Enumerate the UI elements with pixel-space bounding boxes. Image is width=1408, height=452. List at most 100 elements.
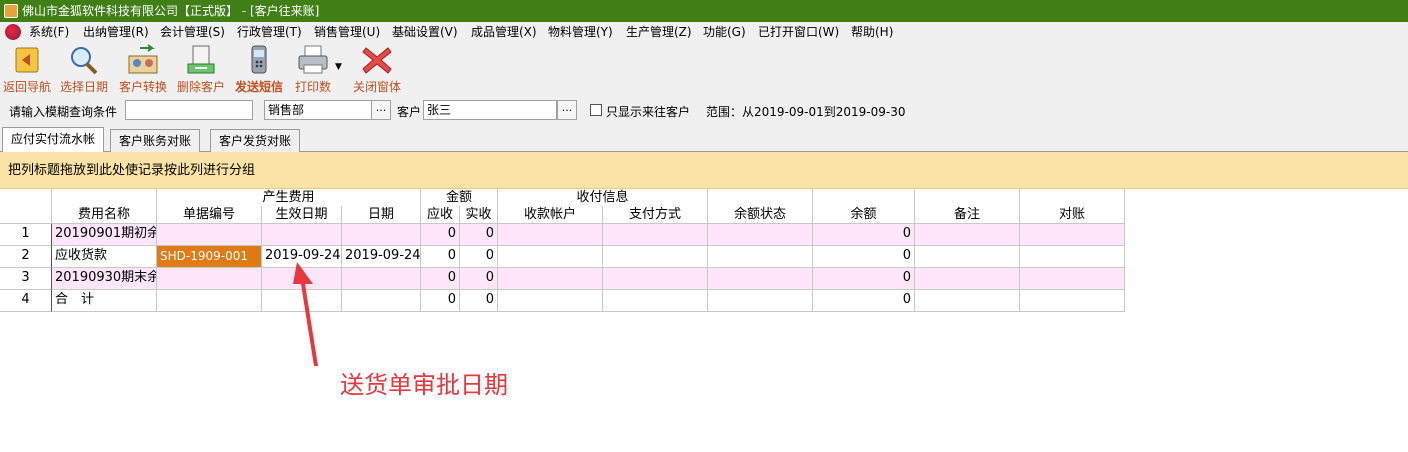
cell-check[interactable] [1020,224,1125,246]
tab-customer-shipment[interactable]: 客户发货对账 [210,129,301,152]
col-header-doc-no[interactable]: 单据编号 [157,206,262,224]
convert-customer-button[interactable]: 客户转换 [117,42,169,98]
customer-browse-button[interactable]: ... [557,100,577,120]
col-header-check[interactable]: 对账 [1020,189,1125,224]
back-button[interactable]: 返回导航 [2,42,52,98]
row-number[interactable]: 1 [0,224,52,246]
cell-balance[interactable]: 0 [813,246,915,268]
cell-date[interactable]: 2019-09-24 [342,246,421,268]
menu-materials[interactable]: 物料管理(Y) [548,22,613,42]
cell-doc-no[interactable] [157,224,262,246]
cell-name[interactable]: 应收货款 [52,246,157,268]
group-by-panel[interactable]: 把列标题拖放到此处使记录按此列进行分组 [0,152,1408,189]
row-number[interactable]: 3 [0,268,52,290]
cell-balance-status[interactable] [708,246,813,268]
send-sms-button[interactable]: 发送短信 [233,42,285,98]
cell-balance-status[interactable] [708,290,813,312]
cell-account[interactable] [498,246,603,268]
col-header-received[interactable]: 实收 [460,206,498,224]
menu-cashier[interactable]: 出纳管理(R) [83,22,149,42]
cell-name[interactable]: 合 计 [52,290,157,312]
annotation-arrow [293,262,318,366]
cell-name[interactable]: 20190930期末余 [52,268,157,290]
menu-accounting[interactable]: 会计管理(S) [160,22,225,42]
menu-admin[interactable]: 行政管理(T) [237,22,302,42]
menu-sales[interactable]: 销售管理(U) [314,22,380,42]
col-header-name[interactable]: 费用名称 [52,189,157,224]
cell-doc-no[interactable] [157,268,262,290]
row-number[interactable]: 4 [0,290,52,312]
print-button[interactable]: 打印数 [291,42,335,98]
col-header-balance[interactable]: 余额 [813,189,915,224]
delete-customer-button[interactable]: 删除客户 [175,42,227,98]
col-header-date[interactable]: 日期 [342,206,421,224]
cell-date[interactable] [342,290,421,312]
col-header-effective-date[interactable]: 生效日期 [262,206,342,224]
cell-balance-status[interactable] [708,268,813,290]
cell-account[interactable] [498,224,603,246]
menu-production[interactable]: 生产管理(Z) [626,22,692,42]
window-title: 佛山市金狐软件科技有限公司【正式版】 - [客户往来账] [22,4,320,18]
cell-check[interactable] [1020,246,1125,268]
close-window-button[interactable]: 关闭窗体 [351,42,403,98]
select-date-button[interactable]: 选择日期 [58,42,110,98]
cell-receivable[interactable]: 0 [421,246,460,268]
department-input[interactable]: 销售部 [264,100,372,120]
cell-account[interactable] [498,268,603,290]
cell-received[interactable]: 0 [460,224,498,246]
customer-convert-icon [128,44,158,74]
menu-products[interactable]: 成品管理(X) [471,22,537,42]
cell-received[interactable]: 0 [460,246,498,268]
cell-date[interactable] [342,224,421,246]
cell-pay-method[interactable] [603,224,708,246]
cell-doc-no[interactable]: SHD-1909-001 [157,246,262,268]
cell-pay-method[interactable] [603,246,708,268]
menu-help[interactable]: 帮助(H) [851,22,893,42]
tab-strip: 应付实付流水帐 客户账务对账 客户发货对账 [0,124,1408,153]
col-header-receivable[interactable]: 应收 [421,206,460,224]
cell-receivable[interactable]: 0 [421,224,460,246]
cell-date[interactable] [342,268,421,290]
cell-receivable[interactable]: 0 [421,268,460,290]
cell-effective-date[interactable] [262,224,342,246]
col-header-balance-status[interactable]: 余额状态 [708,189,813,224]
cell-pay-method[interactable] [603,290,708,312]
cell-received[interactable]: 0 [460,290,498,312]
only-active-label: 只显示来往客户 [606,105,691,119]
cell-note[interactable] [915,268,1020,290]
cell-check[interactable] [1020,268,1125,290]
cell-name[interactable]: 20190901期初余 [52,224,157,246]
tab-payable-flow[interactable]: 应付实付流水帐 [2,127,105,153]
system-menu-icon[interactable] [5,24,21,40]
print-dropdown-icon[interactable]: ▼ [335,62,342,72]
cell-note[interactable] [915,224,1020,246]
cell-account[interactable] [498,290,603,312]
title-bar: 佛山市金狐软件科技有限公司【正式版】 - [客户往来账] [0,0,1408,22]
cell-balance-status[interactable] [708,224,813,246]
menu-system[interactable]: 系统(F) [29,22,69,42]
customer-input[interactable]: 张三 [423,100,557,120]
col-header-note[interactable]: 备注 [915,189,1020,224]
cell-note[interactable] [915,246,1020,268]
cell-balance[interactable]: 0 [813,224,915,246]
group-header-payment: 收付信息 [498,189,708,206]
only-active-checkbox[interactable] [590,104,602,116]
cell-receivable[interactable]: 0 [421,290,460,312]
filter-bar: 请输入模糊查询条件 销售部 ... 客户 张三 ... 只显示来往客户 范围：从… [0,98,1408,124]
cell-pay-method[interactable] [603,268,708,290]
col-header-pay-method[interactable]: 支付方式 [603,206,708,224]
cell-received[interactable]: 0 [460,268,498,290]
row-number[interactable]: 2 [0,246,52,268]
cell-check[interactable] [1020,290,1125,312]
fuzzy-search-input[interactable] [125,100,253,120]
cell-note[interactable] [915,290,1020,312]
menu-functions[interactable]: 功能(G) [703,22,746,42]
cell-balance[interactable]: 0 [813,290,915,312]
cell-doc-no[interactable] [157,290,262,312]
cell-balance[interactable]: 0 [813,268,915,290]
col-header-account[interactable]: 收款帐户 [498,206,603,224]
department-browse-button[interactable]: ... [371,100,391,120]
menu-basic-settings[interactable]: 基础设置(V) [392,22,458,42]
menu-open-windows[interactable]: 已打开窗口(W) [758,22,839,42]
tab-customer-account[interactable]: 客户账务对账 [110,129,201,152]
